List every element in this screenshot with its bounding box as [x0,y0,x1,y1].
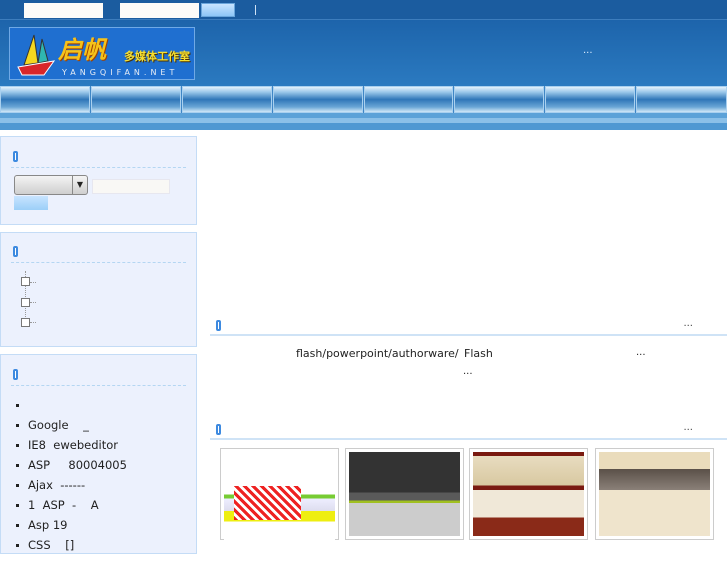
tree-node-icon[interactable] [21,277,30,286]
sailboat-icon [17,34,56,76]
nav-item-6[interactable] [454,86,545,113]
works-section-header: ... [210,416,727,440]
logo-text: 启帆 [58,35,106,64]
news-item[interactable] [16,395,127,415]
nav-item-1[interactable] [0,86,90,113]
header: 启帆 多媒体工作室 YANGQIFAN.NET ... [0,20,727,86]
section-marker-icon [13,151,18,162]
section-marker-icon [216,424,221,435]
section-marker-icon [13,246,18,257]
logo-domain: YANGQIFAN.NET [62,68,179,77]
separator [255,5,256,15]
works-more-link[interactable]: ... [683,422,693,433]
section-marker-icon [13,369,18,380]
nav-item-5[interactable] [363,86,454,113]
search-category-select[interactable]: ▼ [14,175,88,195]
work-thumbnail-2[interactable] [345,448,464,540]
tree-branch [30,302,36,303]
site-logo[interactable]: 启帆 多媒体工作室 YANGQIFAN.NET [9,27,195,80]
news-list: Google _ IE8 ewebeditor ASP 80004005 Aja… [16,395,127,555]
nav-item-3[interactable] [181,86,272,113]
login-button[interactable] [201,3,235,17]
main-nav [0,86,727,113]
news-panel: Google _ IE8 ewebeditor ASP 80004005 Aja… [0,354,197,554]
work-thumbnail-1[interactable] [220,448,339,570]
nav-item-8[interactable] [636,86,727,113]
thumbnail-image [599,452,710,536]
news-item[interactable]: CSS [] [16,535,127,555]
section-marker-icon [216,320,221,331]
intro-section-header: ... [210,312,727,336]
news-item[interactable]: Google _ [16,415,127,435]
search-button[interactable] [14,196,48,210]
work-thumbnail-3[interactable] [469,448,588,540]
nav-item-4[interactable] [272,86,363,113]
thumbnail-image [473,452,584,536]
divider [11,167,186,168]
intro-ellipsis: ... [636,347,646,358]
divider [11,385,186,386]
chevron-down-icon: ▼ [72,176,87,194]
password-input[interactable] [120,3,199,18]
thumbnail-image [349,452,460,536]
search-panel: ▼ [0,136,197,225]
top-bar [0,0,727,20]
category-panel [0,232,197,347]
intro-ellipsis: ... [463,366,473,377]
tree-branch [30,322,36,323]
thumbnail-image [224,486,335,570]
news-item[interactable]: IE8 ewebeditor [16,435,127,455]
logo-subtitle: 多媒体工作室 [124,50,190,63]
news-item[interactable]: Ajax ------ [16,475,127,495]
news-item[interactable]: ASP 80004005 [16,455,127,475]
work-thumbnail-4[interactable] [595,448,714,540]
news-item[interactable]: Asp 19 [16,515,127,535]
tree-node-icon[interactable] [21,318,30,327]
header-marquee: ... [583,45,593,56]
tree-branch [30,282,36,283]
header-stripe [0,113,727,130]
news-item[interactable]: 1 ASP - A [16,495,127,515]
divider [11,262,186,263]
nav-item-2[interactable] [90,86,181,113]
search-input[interactable] [92,179,170,194]
tree-node-icon[interactable] [21,298,30,307]
nav-item-7[interactable] [545,86,636,113]
intro-text: flash/powerpoint/authorware/ [296,347,459,360]
intro-text-flash: Flash [464,347,493,360]
username-input[interactable] [24,3,103,18]
intro-more-link[interactable]: ... [683,318,693,329]
